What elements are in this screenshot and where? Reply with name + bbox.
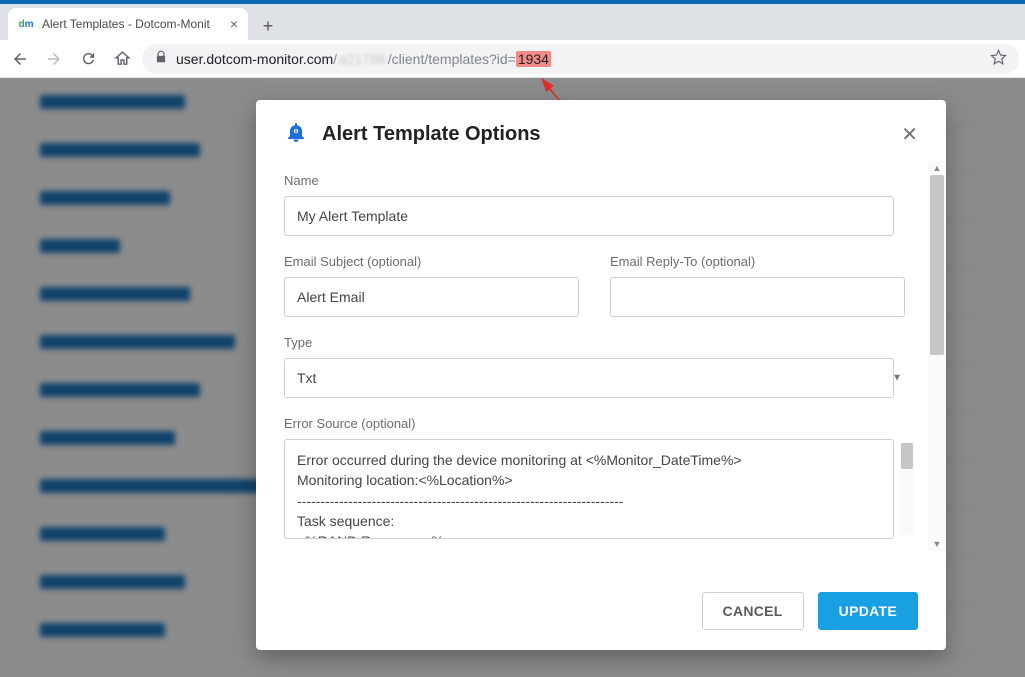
modal-body: ▲ ▼ Name Email Subject (optional) Email … [256, 157, 946, 580]
forward-button[interactable] [40, 45, 68, 73]
lock-icon [154, 50, 168, 67]
type-select[interactable] [284, 358, 894, 398]
browser-toolbar: user.dotcom-monitor.com/a21786/client/te… [0, 40, 1025, 78]
label-name: Name [284, 173, 916, 188]
tab-favicon: dm [18, 16, 34, 32]
label-email-subject: Email Subject (optional) [284, 254, 590, 269]
field-type: Type ▼ [284, 335, 916, 398]
label-email-reply-to: Email Reply-To (optional) [610, 254, 916, 269]
address-bar[interactable]: user.dotcom-monitor.com/a21786/client/te… [142, 44, 1019, 74]
bell-icon [284, 120, 308, 149]
error-source-textarea[interactable] [284, 439, 894, 539]
reload-button[interactable] [74, 45, 102, 73]
scroll-up-icon[interactable]: ▲ [930, 161, 944, 175]
modal-scrollbar[interactable]: ▲ ▼ [928, 161, 946, 551]
modal-title: Alert Template Options [322, 123, 541, 146]
arrow-right-icon [45, 50, 63, 68]
browser-tab[interactable]: dm Alert Templates - Dotcom-Monit × [8, 8, 248, 40]
scroll-thumb[interactable] [930, 175, 944, 355]
modal-footer: CANCEL UPDATE [256, 580, 946, 650]
browser-tab-strip: dm Alert Templates - Dotcom-Monit × + [0, 4, 1025, 40]
close-icon[interactable]: ✕ [901, 122, 918, 147]
tab-title: Alert Templates - Dotcom-Monit [42, 17, 222, 31]
name-input[interactable] [284, 196, 894, 236]
back-button[interactable] [6, 45, 34, 73]
email-reply-to-input[interactable] [610, 277, 905, 317]
field-error-source: Error Source (optional) [284, 416, 916, 544]
textarea-scrollbar[interactable] [899, 441, 914, 535]
reload-icon [80, 50, 97, 67]
label-error-source: Error Source (optional) [284, 416, 916, 431]
update-button[interactable]: UPDATE [818, 592, 918, 630]
modal-header: Alert Template Options ✕ [256, 100, 946, 157]
home-button[interactable] [108, 45, 136, 73]
home-icon [114, 50, 131, 67]
email-subject-input[interactable] [284, 277, 579, 317]
label-type: Type [284, 335, 916, 350]
page-content: Template ID Alert Template Options ✕ ▲ ▼… [0, 78, 1025, 677]
field-email-subject: Email Subject (optional) [284, 254, 590, 317]
row-email: Email Subject (optional) Email Reply-To … [284, 254, 916, 317]
field-email-reply-to: Email Reply-To (optional) [610, 254, 916, 317]
tab-close-icon[interactable]: × [230, 16, 238, 32]
url-id-highlight: 1934 [516, 51, 551, 67]
bookmark-star-icon[interactable] [990, 49, 1007, 69]
url-text: user.dotcom-monitor.com/a21786/client/te… [176, 51, 551, 67]
alert-template-options-modal: Alert Template Options ✕ ▲ ▼ Name Email … [256, 100, 946, 650]
field-name: Name [284, 173, 916, 236]
arrow-left-icon [11, 50, 29, 68]
scroll-down-icon[interactable]: ▼ [930, 537, 944, 551]
cancel-button[interactable]: CANCEL [702, 592, 804, 630]
new-tab-button[interactable]: + [254, 12, 282, 40]
